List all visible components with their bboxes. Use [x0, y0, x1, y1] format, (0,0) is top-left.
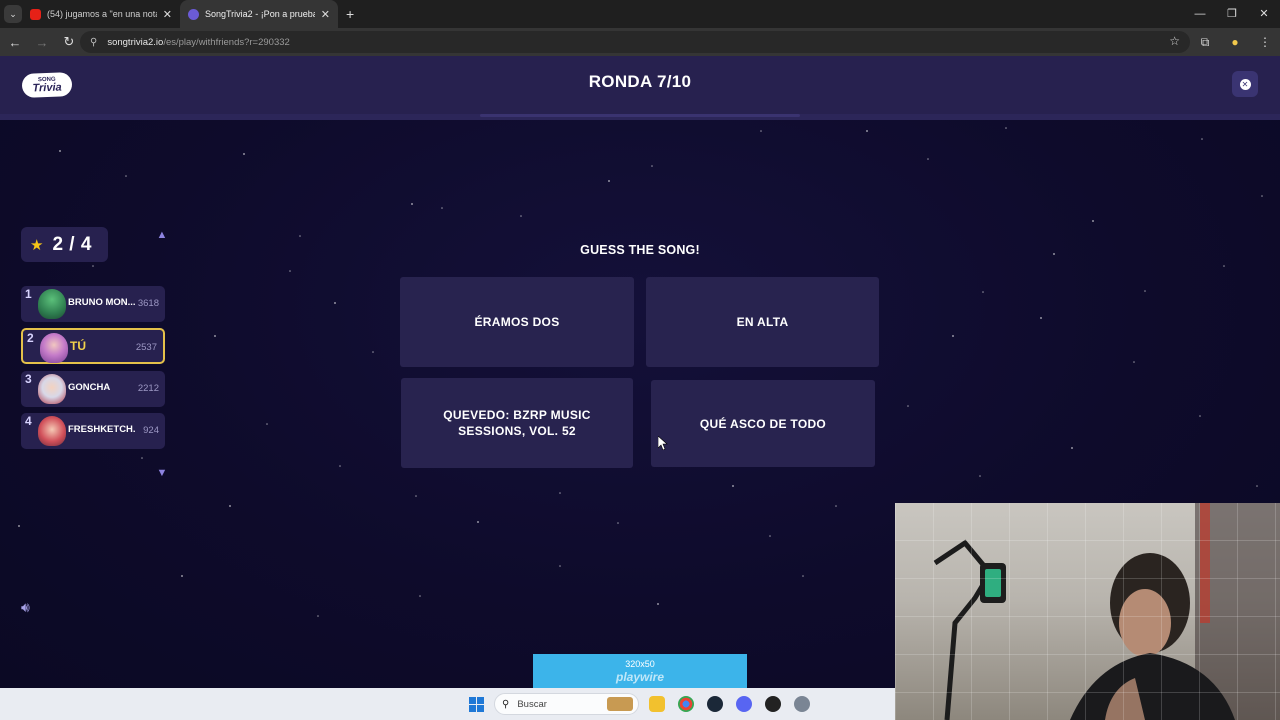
- leaderboard-row: 3 GONCHA 2212: [21, 371, 165, 407]
- address-bar[interactable]: ⚲ songtrivia2.io /es/play/withfriends?r=…: [80, 31, 1190, 53]
- webcam-overlay: [895, 503, 1280, 720]
- player-name: FRESHKETCH...: [68, 424, 136, 435]
- new-tab-button[interactable]: +: [346, 6, 354, 22]
- browser-tab-youtube[interactable]: (54) jugamos a "en una nota" Ti ✕: [22, 0, 180, 28]
- browser-tab-songtrivia[interactable]: SongTrivia2 - ¡Pon a prueba tus ✕: [180, 0, 338, 28]
- volume-icon[interactable]: 🔊︎: [21, 599, 30, 616]
- round-progress-bar: [480, 114, 800, 117]
- file-explorer-icon[interactable]: [649, 696, 665, 712]
- leaderboard-row-self: 2 TÚ 2537: [21, 328, 165, 364]
- discord-icon[interactable]: [736, 696, 752, 712]
- answer-option-3[interactable]: QUEVEDO: BZRP MUSIC SESSIONS, VOL. 52: [401, 378, 633, 468]
- windows-taskbar: ⚲ Buscar: [0, 688, 895, 720]
- question-prompt: GUESS THE SONG!: [580, 243, 700, 257]
- answer-option-4[interactable]: QUÉ ASCO DE TODO: [651, 380, 875, 467]
- avatar: [38, 289, 66, 319]
- forward-arrow-icon[interactable]: →: [30, 35, 54, 50]
- player-name: BRUNO MON...: [68, 297, 136, 308]
- browser-menu-icon[interactable]: ⋮: [1256, 35, 1274, 49]
- close-icon[interactable]: ✕: [163, 8, 172, 21]
- player-rank: 4: [25, 414, 32, 428]
- toolbar-actions: ⧉ ● ⋮: [1196, 28, 1274, 56]
- browser-tabstrip: ⌄ (54) jugamos a "en una nota" Ti ✕ Song…: [0, 0, 1280, 28]
- browser-toolbar: ← → ↻ ⚲ songtrivia2.io /es/play/withfrie…: [0, 28, 1280, 56]
- search-placeholder: Buscar: [517, 698, 547, 710]
- player-score: 924: [143, 425, 159, 436]
- answer-option-2[interactable]: EN ALTA: [646, 277, 879, 367]
- player-name: GONCHA: [68, 382, 111, 393]
- url-host: songtrivia2.io: [107, 36, 164, 48]
- reload-icon[interactable]: ↻: [57, 34, 81, 50]
- back-arrow-icon[interactable]: ←: [3, 35, 27, 50]
- leaderboard-row: 4 FRESHKETCH... 924: [21, 413, 165, 449]
- avatar: [38, 416, 66, 446]
- restore-icon[interactable]: ❐: [1216, 0, 1248, 28]
- ad-brand-label: playwire: [615, 669, 665, 684]
- exit-game-button[interactable]: ✕: [1232, 71, 1258, 97]
- youtube-icon: [30, 8, 41, 20]
- player-name: TÚ: [70, 339, 86, 353]
- avatar: [40, 333, 68, 363]
- player-score: 2212: [137, 383, 159, 394]
- player-rank: 2: [27, 331, 34, 345]
- webcam-background: [895, 503, 1280, 720]
- close-icon: ✕: [1239, 78, 1251, 90]
- close-icon[interactable]: ✕: [321, 8, 330, 21]
- avatar: [38, 374, 66, 404]
- url-path: /es/play/withfriends?r=290332: [163, 36, 290, 48]
- chevron-down-icon[interactable]: ▼: [155, 467, 169, 479]
- player-rank: 1: [25, 287, 32, 301]
- close-window-icon[interactable]: ✕: [1248, 0, 1280, 28]
- taskbar-search[interactable]: ⚲ Buscar: [494, 693, 639, 715]
- chevron-up-icon[interactable]: ▲: [155, 229, 169, 241]
- mouse-cursor-icon: [658, 436, 668, 450]
- player-score: 2537: [135, 342, 157, 353]
- minimize-icon[interactable]: —: [1184, 0, 1216, 28]
- player-score: 3618: [137, 298, 159, 309]
- windows-start-icon[interactable]: [469, 697, 484, 712]
- extensions-icon[interactable]: ⧉: [1196, 35, 1214, 50]
- round-title: RONDA 7/10: [588, 72, 692, 91]
- window-controls: — ❐ ✕: [1184, 0, 1280, 28]
- ad-banner[interactable]: 320x50 playwire: [533, 654, 747, 688]
- tab-title: SongTrivia2 - ¡Pon a prueba tus: [205, 9, 315, 19]
- player-rank: 3: [25, 372, 32, 386]
- bookmark-star-icon[interactable]: ☆: [1169, 34, 1180, 48]
- answer-option-1[interactable]: ÉRAMOS DOS: [400, 277, 634, 367]
- tab-title: (54) jugamos a "en una nota" Ti: [47, 9, 157, 19]
- site-info-icon[interactable]: ⚲: [90, 37, 97, 48]
- settings-gear-icon[interactable]: [794, 696, 810, 712]
- tab-search-button[interactable]: ⌄: [4, 5, 22, 23]
- app-icon[interactable]: [765, 696, 781, 712]
- leaderboard-row: 1 BRUNO MON... 3618: [21, 286, 165, 322]
- ad-size-label: 320x50: [625, 658, 655, 669]
- search-highlight-image: [607, 697, 633, 711]
- profile-extension-icon[interactable]: ●: [1226, 35, 1244, 49]
- chrome-icon[interactable]: [678, 696, 694, 712]
- steam-icon[interactable]: [707, 696, 723, 712]
- songtrivia-icon: [188, 8, 199, 20]
- search-icon: ⚲: [502, 698, 510, 710]
